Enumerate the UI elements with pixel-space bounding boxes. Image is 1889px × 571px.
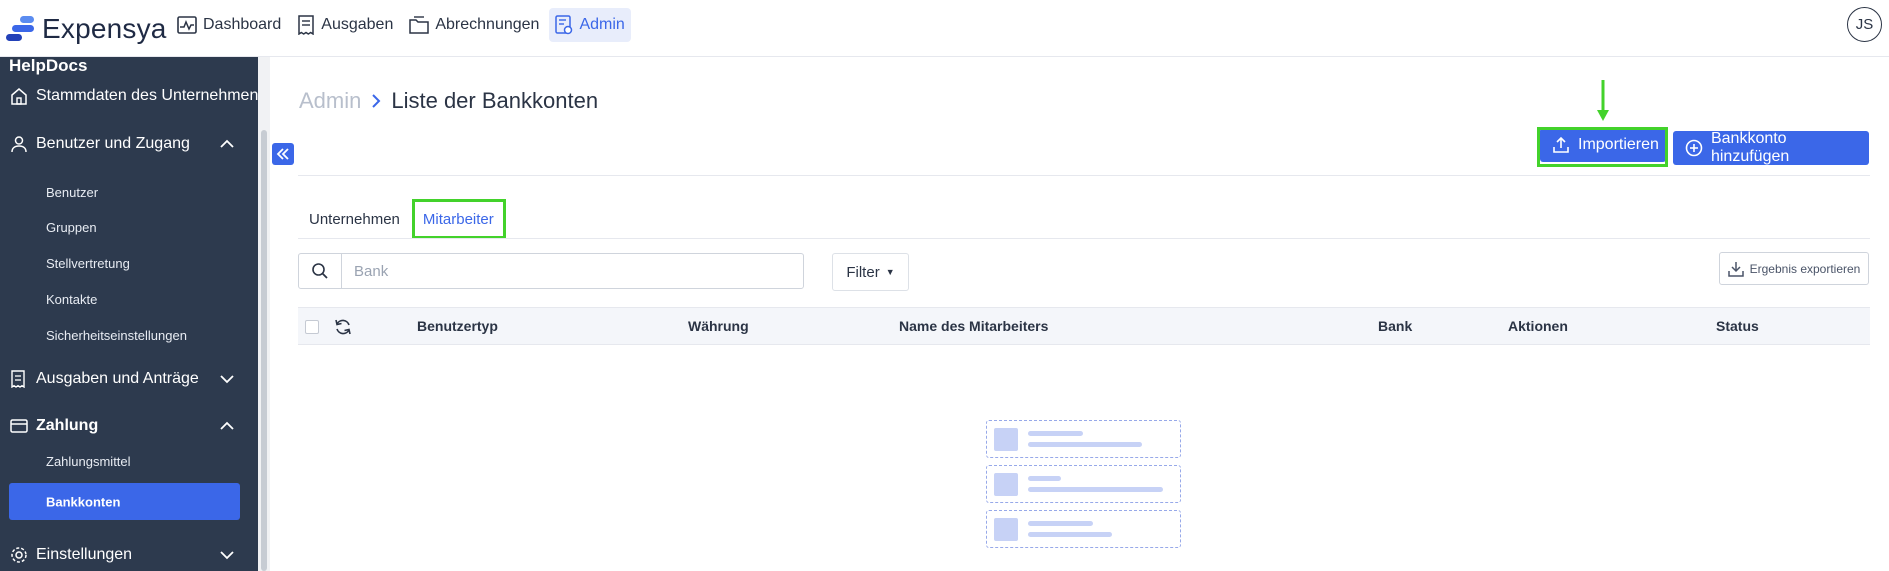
top-bar: Expensya Dashboard Ausgaben Abrechnungen… — [0, 0, 1889, 57]
column-header-aktionen: Aktionen — [1508, 318, 1568, 334]
filter-label: Filter — [846, 263, 880, 281]
breadcrumb-admin[interactable]: Admin — [299, 88, 361, 114]
select-all-checkbox[interactable] — [305, 320, 319, 334]
sidebar-sub-bankkonten[interactable]: Bankkonten — [9, 483, 240, 520]
column-header-name-mitarbeiter[interactable]: Name des Mitarbeiters — [899, 318, 1048, 334]
sidebar-sub-zahlungsmittel[interactable]: Zahlungsmittel — [46, 454, 131, 469]
sidebar-sub-gruppen[interactable]: Gruppen — [46, 220, 97, 235]
plus-circle-icon — [1685, 139, 1703, 157]
sidebar-helpdocs[interactable]: HelpDocs — [9, 57, 87, 76]
export-results-label: Ergebnis exportieren — [1749, 261, 1861, 276]
nav-admin-label: Admin — [579, 16, 625, 33]
sidebar-item-ausgaben-antraege[interactable]: Ausgaben und Anträge — [0, 362, 258, 396]
sidebar-item-stammdaten[interactable]: Stammdaten des Unternehmens — [0, 79, 258, 113]
filter-dropdown[interactable]: Filter ▼ — [832, 253, 909, 291]
nav-dashboard-label: Dashboard — [203, 16, 282, 33]
sidebar-item-label: Bankkonten — [46, 494, 121, 509]
main-nav: Dashboard Ausgaben Abrechnungen Admin — [171, 8, 631, 42]
credit-card-icon — [10, 419, 28, 433]
search-box — [298, 253, 804, 289]
admin-settings-icon — [555, 15, 573, 35]
breadcrumb: Admin Liste der Bankkonten — [299, 88, 598, 114]
column-header-bank[interactable]: Bank — [1378, 318, 1412, 334]
sidebar-sub-kontakte[interactable]: Kontakte — [46, 292, 97, 307]
nav-ausgaben-label: Ausgaben — [321, 16, 394, 33]
receipt-icon — [298, 15, 315, 35]
sidebar-sub-stellvertretung[interactable]: Stellvertretung — [46, 256, 130, 271]
caret-down-icon: ▼ — [885, 267, 895, 277]
nav-ausgaben[interactable]: Ausgaben — [291, 8, 399, 42]
app-logo[interactable]: Expensya — [6, 12, 167, 46]
sidebar-sub-benutzer[interactable]: Benutzer — [46, 185, 98, 200]
home-icon — [11, 88, 27, 105]
add-bank-account-button[interactable]: Bankkonto hinzufügen — [1673, 130, 1869, 165]
nav-abrechnungen[interactable]: Abrechnungen — [403, 8, 545, 42]
sidebar-item-label: Zahlung — [36, 417, 99, 434]
collapse-sidebar-button[interactable] — [272, 143, 294, 165]
tabs-divider — [298, 238, 1870, 239]
user-icon — [11, 136, 27, 153]
nav-dashboard[interactable]: Dashboard — [171, 8, 287, 42]
import-highlight — [1537, 127, 1668, 167]
placeholder-row — [986, 420, 1181, 458]
sidebar-item-zahlung[interactable]: Zahlung — [0, 409, 258, 443]
placeholder-row — [986, 510, 1181, 548]
double-chevron-left-icon — [276, 148, 289, 160]
sidebar-item-einstellungen[interactable]: Einstellungen — [0, 538, 258, 571]
search-input[interactable] — [342, 254, 803, 288]
add-bank-account-label: Bankkonto hinzufügen — [1710, 130, 1790, 165]
folder-icon — [409, 16, 430, 34]
nav-abrechnungen-label: Abrechnungen — [435, 16, 540, 33]
column-header-status[interactable]: Status — [1716, 318, 1759, 334]
sidebar-item-benutzer-zugang[interactable]: Benutzer und Zugang — [0, 127, 258, 161]
sidebar: HelpDocs Stammdaten des Unternehmens Ben… — [0, 57, 258, 571]
search-icon — [312, 263, 328, 279]
sidebar-item-label: Stammdaten des Unternehmens — [36, 87, 258, 104]
chevron-right-icon — [372, 94, 381, 108]
column-header-benutzertyp[interactable]: Benutzertyp — [417, 318, 498, 334]
receipt-icon — [11, 370, 25, 388]
annotation-arrow-icon — [1597, 80, 1609, 121]
column-header-waehrung[interactable]: Währung — [688, 318, 749, 334]
sidebar-sub-sicherheitseinstellungen[interactable]: Sicherheitseinstellungen — [46, 328, 187, 343]
empty-state-illustration — [986, 420, 1181, 555]
tab-unternehmen[interactable]: Unternehmen — [299, 200, 410, 238]
nav-admin[interactable]: Admin — [549, 8, 631, 42]
placeholder-row — [986, 465, 1181, 503]
chevron-down-icon — [220, 551, 234, 560]
chevron-up-icon — [220, 139, 234, 148]
chevron-down-icon — [220, 375, 234, 384]
chevron-up-icon — [220, 421, 234, 430]
sidebar-scrollbar[interactable] — [261, 130, 267, 571]
dashboard-icon — [177, 16, 197, 34]
sidebar-item-label: Ausgaben und Anträge — [36, 370, 199, 387]
expensya-logo-icon — [6, 14, 34, 44]
sidebar-item-label: Benutzer und Zugang — [36, 135, 190, 152]
gear-icon — [11, 547, 27, 563]
user-avatar[interactable]: JS — [1847, 7, 1882, 42]
download-icon — [1727, 261, 1744, 277]
tab-highlight — [412, 199, 506, 239]
export-results-button[interactable]: Ergebnis exportieren — [1719, 252, 1869, 285]
app-name: Expensya — [42, 13, 167, 44]
search-button[interactable] — [299, 254, 342, 288]
page-title: Liste der Bankkonten — [391, 88, 599, 113]
refresh-icon[interactable] — [334, 318, 352, 336]
header-divider — [298, 175, 1870, 176]
sidebar-item-label: Einstellungen — [36, 546, 133, 563]
table-header: Benutzertyp Währung Name des Mitarbeiter… — [298, 307, 1870, 345]
